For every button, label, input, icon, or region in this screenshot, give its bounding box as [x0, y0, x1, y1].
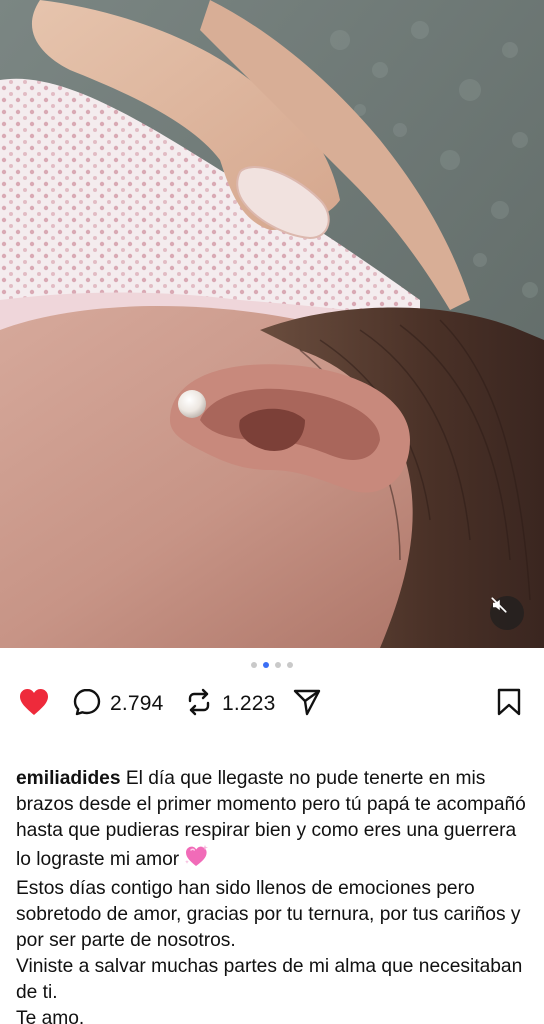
- sparkling-heart-icon: [184, 844, 210, 876]
- caption-paragraph-2: Estos días contigo han sido llenos de em…: [16, 878, 521, 951]
- heart-filled-icon: [18, 687, 50, 722]
- repost-button[interactable]: 1.223: [184, 684, 276, 724]
- send-icon: [292, 687, 322, 722]
- carousel-indicator: [0, 662, 544, 672]
- share-button[interactable]: [292, 684, 322, 724]
- post-media[interactable]: [0, 0, 544, 648]
- repost-icon: [184, 687, 214, 722]
- repost-count: 1.223: [222, 692, 276, 715]
- caption-paragraph-3: Viniste a salvar muchas partes de mi alm…: [16, 956, 523, 1003]
- carousel-dot: [275, 662, 281, 668]
- post-action-bar: 2.794 1.223: [0, 684, 544, 724]
- comment-icon: [72, 687, 102, 722]
- comment-button[interactable]: 2.794: [72, 684, 164, 724]
- carousel-dot-active: [263, 662, 269, 668]
- mute-toggle-button[interactable]: [490, 596, 524, 630]
- post-photo: [0, 0, 544, 648]
- save-button[interactable]: [496, 684, 522, 724]
- comment-count: 2.794: [110, 692, 164, 715]
- caption-paragraph-4: Te amo.: [16, 1008, 85, 1024]
- bookmark-icon: [496, 687, 522, 722]
- caption-username[interactable]: emiliadides: [16, 768, 121, 789]
- caption-paragraph-1: emiliadides El día que llegaste no pude …: [16, 766, 532, 876]
- post-caption: emiliadides El día que llegaste no pude …: [16, 766, 532, 1024]
- carousel-dot: [251, 662, 257, 668]
- carousel-dot: [287, 662, 293, 668]
- like-button[interactable]: [18, 684, 50, 724]
